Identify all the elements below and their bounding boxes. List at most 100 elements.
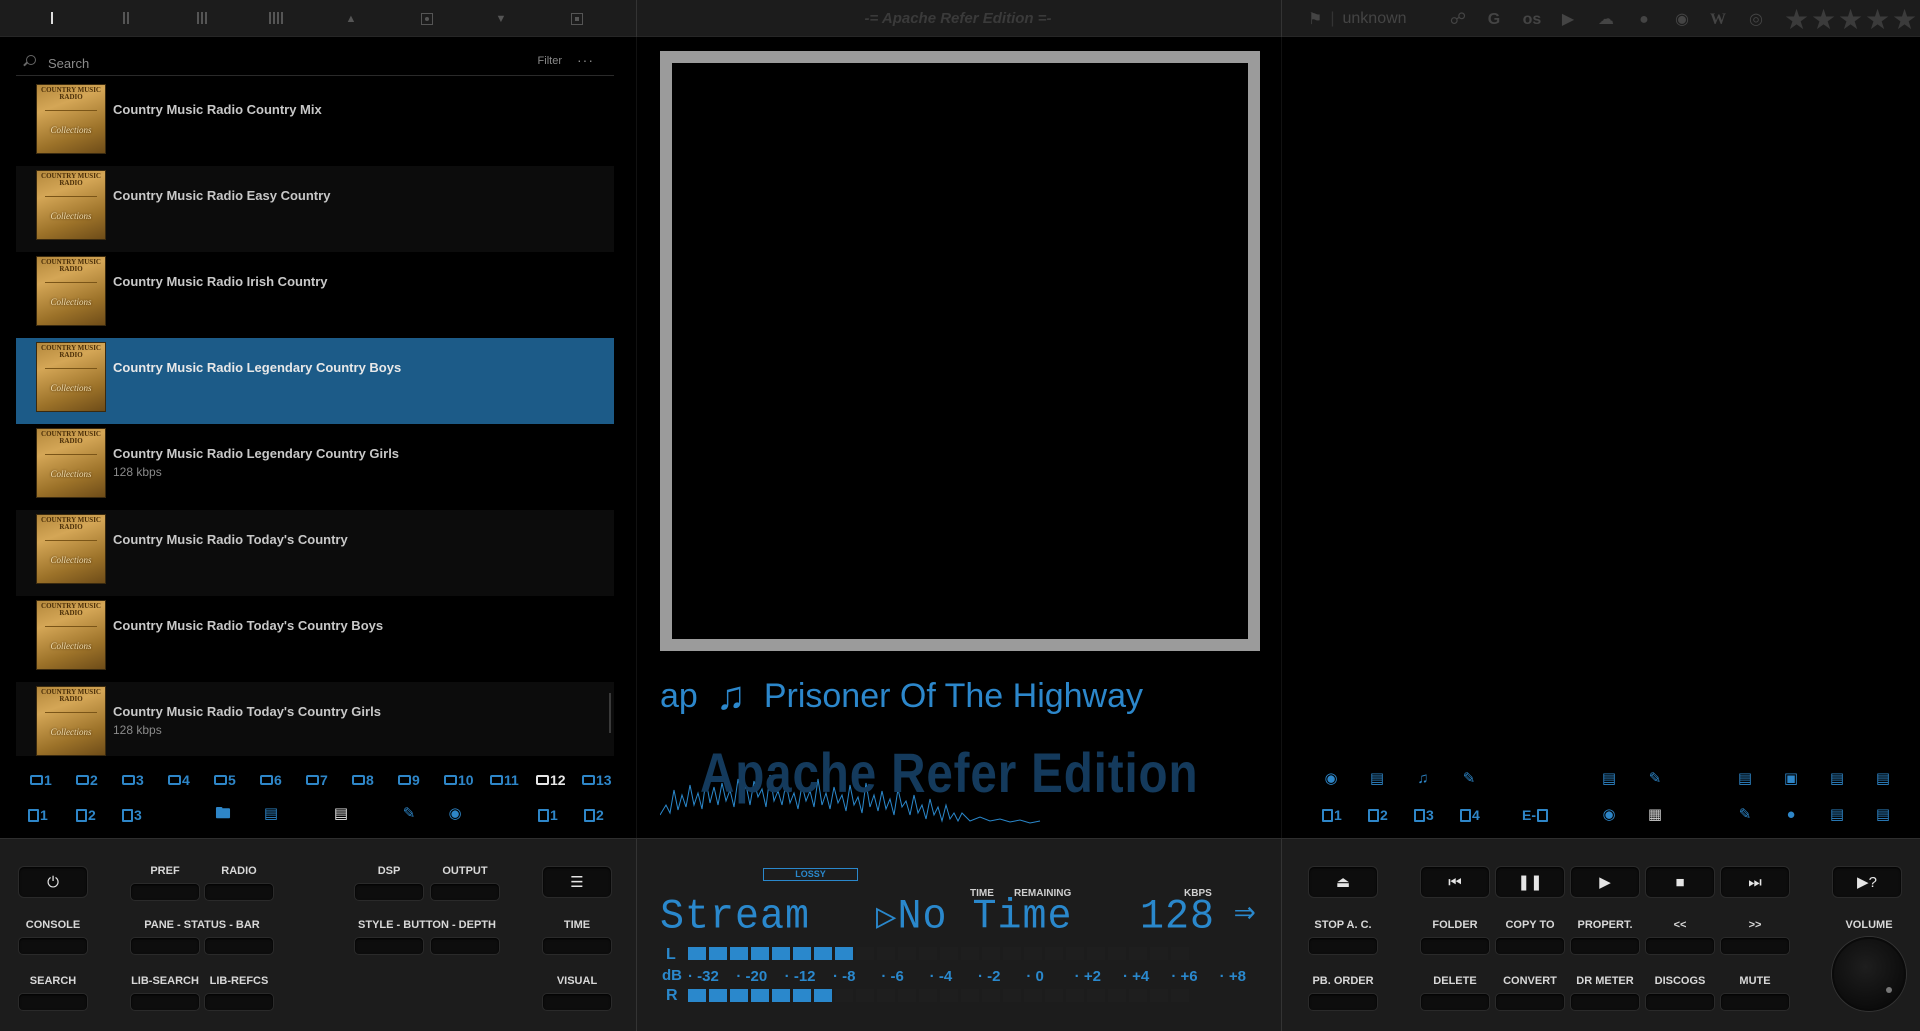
time-button[interactable] [542, 937, 612, 955]
wikipedia-icon[interactable]: W [1706, 9, 1730, 31]
search-input[interactable] [48, 53, 428, 73]
status-bar-button[interactable] [204, 937, 274, 955]
doc-tab-3[interactable]: 3 [1414, 805, 1434, 825]
print-icon[interactable]: ▤ [1736, 770, 1754, 788]
help-button[interactable]: ▶? [1832, 866, 1902, 898]
rewind-button[interactable] [1645, 937, 1715, 955]
panel-tab-2[interactable]: 2 [584, 805, 604, 825]
globe-icon[interactable]: ◉ [1322, 770, 1340, 788]
document-icon[interactable]: ▤ [1600, 770, 1618, 788]
edoc-tab[interactable]: E- [1522, 805, 1548, 825]
rating-star-2[interactable]: ★ [1811, 6, 1836, 34]
layout-tab-4[interactable] [266, 9, 288, 29]
convert-button[interactable] [1495, 993, 1565, 1011]
list-item[interactable]: COUNTRY MUSIC RADIO Collections Country M… [16, 252, 614, 338]
sub-tab-3[interactable]: 3 [122, 805, 142, 825]
google-icon[interactable]: G [1482, 9, 1506, 31]
eject-button[interactable]: ⏏ [1308, 866, 1378, 898]
dsp-button[interactable] [354, 883, 424, 901]
grid-icon[interactable]: ▦ [1646, 806, 1664, 824]
layout-tab-1[interactable] [42, 9, 64, 29]
movie-icon[interactable]: ▤ [1828, 770, 1846, 788]
link-icon[interactable]: ☍ [1446, 9, 1470, 31]
next-button[interactable]: ⏭ [1720, 866, 1790, 898]
playlist-tab-13[interactable]: 13 [582, 770, 612, 790]
list-item[interactable]: COUNTRY MUSIC RADIO Collections Country M… [16, 80, 614, 166]
list-scrollbar[interactable] [609, 693, 611, 733]
list-item[interactable]: COUNTRY MUSIC RADIO Collections Country M… [16, 424, 614, 510]
edit-icon[interactable]: ✎ [1646, 770, 1664, 788]
playlist-tab-12[interactable]: 12 [536, 770, 566, 790]
rating-star-4[interactable]: ★ [1865, 6, 1890, 34]
filter-button[interactable]: Filter [538, 55, 562, 67]
list-item[interactable]: COUNTRY MUSIC RADIO Collections Country M… [16, 166, 614, 252]
menu-button[interactable]: ☰ [542, 866, 612, 898]
play-button[interactable]: ▶ [1570, 866, 1640, 898]
pane-button[interactable] [130, 937, 200, 955]
properties-button[interactable] [1570, 937, 1640, 955]
forward-button[interactable] [1720, 937, 1790, 955]
playlist-tab-9[interactable]: 9 [398, 770, 420, 790]
console-button[interactable] [18, 937, 88, 955]
playback-order-button[interactable] [1308, 993, 1378, 1011]
youtube-icon[interactable]: ▶ [1556, 9, 1580, 31]
playlist-tab-4[interactable]: 4 [168, 770, 190, 790]
output-button[interactable] [430, 883, 500, 901]
playlist-tab-6[interactable]: 6 [260, 770, 282, 790]
radio-icon[interactable]: ▤ [332, 805, 350, 823]
list-item[interactable]: COUNTRY MUSIC RADIO Collections Country M… [16, 510, 614, 596]
pause-button[interactable]: ❚❚ [1495, 866, 1565, 898]
rating-star-3[interactable]: ★ [1838, 6, 1863, 34]
playlist-tab-3[interactable]: 3 [122, 770, 144, 790]
list-item[interactable]: COUNTRY MUSIC RADIO Collections Country M… [16, 596, 614, 682]
playlist-tab-8[interactable]: 8 [352, 770, 374, 790]
podcast-icon[interactable]: ◎ [1744, 9, 1768, 31]
delete-button[interactable] [1420, 993, 1490, 1011]
sub-tab-1[interactable]: 1 [28, 805, 48, 825]
volume-knob[interactable] [1832, 937, 1906, 1011]
camera-icon[interactable]: ▤ [1874, 770, 1892, 788]
image-icon[interactable]: ▣ [1782, 770, 1800, 788]
search-icon[interactable]: ● [1782, 806, 1800, 824]
style-button[interactable] [354, 937, 424, 955]
layout-tab-5[interactable]: ▲ [340, 9, 362, 29]
book-icon[interactable]: ▤ [262, 805, 280, 823]
rating-star-5[interactable]: ★ [1892, 6, 1917, 34]
stop-after-current-button[interactable] [1308, 937, 1378, 955]
headphones-icon[interactable]: ◉ [1600, 806, 1618, 824]
sub-tab-2[interactable]: 2 [76, 805, 96, 825]
discogs-button[interactable] [1645, 993, 1715, 1011]
list-item-selected[interactable]: COUNTRY MUSIC RADIO Collections Country M… [16, 338, 614, 424]
playlist-tab-10[interactable]: 10 [444, 770, 474, 790]
globe-icon[interactable]: ◉ [446, 805, 464, 823]
folder-icon[interactable]: 🖿 [214, 805, 232, 823]
list-item[interactable]: COUNTRY MUSIC RADIO Collections Country M… [16, 682, 614, 756]
album-art-frame[interactable] [660, 51, 1260, 651]
layout-tab-2[interactable] [116, 9, 138, 29]
pen-icon[interactable]: ✎ [1460, 770, 1478, 788]
lib-refcs-button[interactable] [204, 993, 274, 1011]
mute-button[interactable] [1720, 993, 1790, 1011]
trash-icon[interactable]: ▤ [1828, 806, 1846, 824]
country-label[interactable]: ⚑ | unknown [1308, 9, 1407, 29]
panel-tab-1[interactable]: 1 [538, 805, 558, 825]
music-icon[interactable]: ♫ [1414, 770, 1432, 788]
dr-meter-button[interactable] [1570, 993, 1640, 1011]
doc-tab-2[interactable]: 2 [1368, 805, 1388, 825]
playlist-tab-7[interactable]: 7 [306, 770, 328, 790]
previous-button[interactable]: ⏮ [1420, 866, 1490, 898]
lib-search-button[interactable] [130, 993, 200, 1011]
layout-tab-7[interactable]: ▼ [490, 9, 512, 29]
folder-button[interactable] [1420, 937, 1490, 955]
power-button[interactable]: ⏻ [18, 866, 88, 898]
visual-button[interactable] [542, 993, 612, 1011]
playlist-tab-11[interactable]: 11 [490, 770, 519, 790]
soundcloud-icon[interactable]: ☁ [1594, 9, 1618, 31]
playlist-tab-5[interactable]: 5 [214, 770, 236, 790]
depth-button[interactable] [430, 937, 500, 955]
doc-tab-1[interactable]: 1 [1322, 805, 1342, 825]
discogs-icon[interactable]: ◉ [1670, 9, 1694, 31]
layout-tab-8[interactable] [566, 9, 588, 29]
layout-tab-3[interactable] [192, 9, 214, 29]
search-button[interactable] [18, 993, 88, 1011]
